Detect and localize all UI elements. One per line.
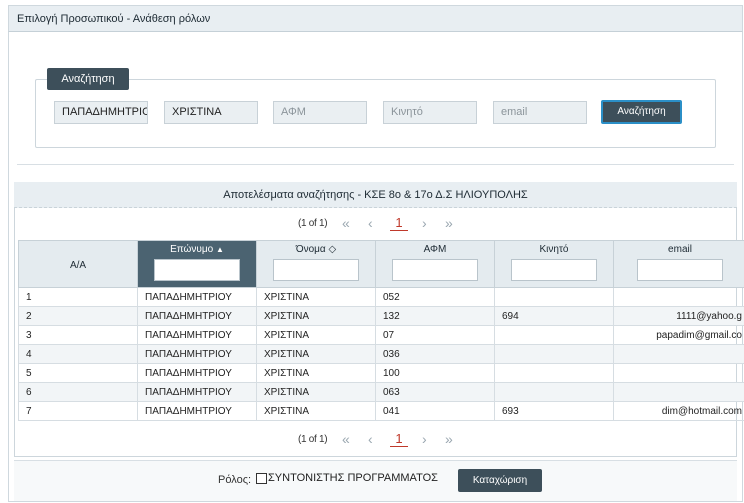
name-filter-input[interactable]	[273, 259, 359, 281]
name-input[interactable]: ΧΡΙΣΤΙΝΑ	[164, 101, 258, 124]
cell-aa: 5	[18, 363, 138, 383]
table-row[interactable]: 6 ΠΑΠΑΔΗΜΗΤΡΙΟΥ ΧΡΙΣΤΙΝΑ 063	[18, 382, 744, 402]
role-option-label[interactable]: ΣΥΝΤΟΝΙΣΤΗΣ ΠΡΟΓΡΑΜΜΑΤΟΣ	[268, 472, 438, 484]
current-page[interactable]: 1	[390, 431, 408, 447]
surname-input[interactable]: ΠΑΠΑΔΗΜΗΤΡΙΟΥ	[54, 101, 148, 124]
cell-email: 1111@yahoo.g	[613, 306, 744, 326]
cell-surname: ΠΑΠΑΔΗΜΗΤΡΙΟΥ	[137, 325, 257, 345]
col-header-aa: Α/Α	[18, 240, 138, 288]
table-row[interactable]: 2 ΠΑΠΑΔΗΜΗΤΡΙΟΥ ΧΡΙΣΤΙΝΑ 132 694 1111@ya…	[18, 306, 744, 326]
results-table: Α/Α Επώνυμο ▲ Όνομα ◇ ΑΦΜ Κινητό email 1…	[18, 240, 744, 421]
prev-page-icon[interactable]: ‹	[368, 215, 373, 231]
cell-surname: ΠΑΠΑΔΗΜΗΤΡΙΟΥ	[137, 401, 257, 421]
last-page-icon[interactable]: »	[445, 215, 453, 231]
mobile-filter-input[interactable]	[511, 259, 597, 281]
cell-mobile	[494, 363, 614, 383]
cell-name: ΧΡΙΣΤΙΝΑ	[256, 382, 376, 402]
search-button[interactable]: Αναζήτηση	[601, 100, 682, 124]
col-header-surname[interactable]: Επώνυμο ▲	[137, 240, 257, 288]
col-header-mobile[interactable]: Κινητό	[494, 240, 614, 288]
cell-email: papadim@gmail.co	[613, 325, 744, 345]
cell-email	[613, 344, 744, 364]
cell-email	[613, 382, 744, 402]
cell-aa: 2	[18, 306, 138, 326]
cell-name: ΧΡΙΣΤΙΝΑ	[256, 344, 376, 364]
cell-aa: 7	[18, 401, 138, 421]
email-input[interactable]: email	[493, 101, 587, 124]
table-row[interactable]: 7 ΠΑΠΑΔΗΜΗΤΡΙΟΥ ΧΡΙΣΤΙΝΑ 041 693 dim@hot…	[18, 401, 744, 421]
next-page-icon[interactable]: ›	[422, 431, 427, 447]
pager-bottom: (1 of 1) « ‹ 1 › »	[0, 431, 744, 451]
email-filter-input[interactable]	[637, 259, 723, 281]
table-row[interactable]: 3 ΠΑΠΑΔΗΜΗΤΡΙΟΥ ΧΡΙΣΤΙΝΑ 07 papadim@gmai…	[18, 325, 744, 345]
cell-email: dim@hotmail.com	[613, 401, 744, 421]
results-title: Αποτελέσματα αναζήτησης - ΚΣΕ 8ο & 17ο Δ…	[14, 182, 737, 208]
last-page-icon[interactable]: »	[445, 431, 453, 447]
first-page-icon[interactable]: «	[342, 431, 350, 447]
cell-aa: 6	[18, 382, 138, 402]
pager-info: (1 of 1)	[298, 218, 328, 229]
cell-aa: 1	[18, 287, 138, 307]
table-header-row: Α/Α Επώνυμο ▲ Όνομα ◇ ΑΦΜ Κινητό email	[18, 240, 744, 288]
search-legend: Αναζήτηση	[47, 68, 129, 90]
mobile-input[interactable]: Κινητό	[383, 101, 477, 124]
surname-filter-input[interactable]	[154, 259, 240, 281]
pager-info: (1 of 1)	[298, 434, 328, 445]
current-page[interactable]: 1	[390, 215, 408, 231]
cell-afm: 07	[375, 325, 495, 345]
cell-mobile: 693	[494, 401, 614, 421]
cell-name: ΧΡΙΣΤΙΝΑ	[256, 363, 376, 383]
save-button[interactable]: Καταχώριση	[458, 469, 542, 492]
section-divider	[17, 164, 734, 165]
afm-input[interactable]: ΑΦΜ	[273, 101, 367, 124]
sort-both-icon: ◇	[328, 244, 337, 255]
cell-mobile: 694	[494, 306, 614, 326]
cell-email	[613, 287, 744, 307]
cell-name: ΧΡΙΣΤΙΝΑ	[256, 306, 376, 326]
cell-afm: 063	[375, 382, 495, 402]
cell-mobile	[494, 382, 614, 402]
pager-top: (1 of 1) « ‹ 1 › »	[0, 215, 744, 235]
panel-title: Επιλογή Προσωπικού - Ανάθεση ρόλων	[8, 5, 743, 32]
col-header-name[interactable]: Όνομα ◇	[256, 240, 376, 288]
cell-mobile	[494, 287, 614, 307]
prev-page-icon[interactable]: ‹	[368, 431, 373, 447]
col-header-email[interactable]: email	[613, 240, 744, 288]
cell-surname: ΠΑΠΑΔΗΜΗΤΡΙΟΥ	[137, 287, 257, 307]
cell-email	[613, 363, 744, 383]
col-header-afm[interactable]: ΑΦΜ	[375, 240, 495, 288]
cell-surname: ΠΑΠΑΔΗΜΗΤΡΙΟΥ	[137, 344, 257, 364]
cell-afm: 041	[375, 401, 495, 421]
cell-aa: 4	[18, 344, 138, 364]
cell-afm: 036	[375, 344, 495, 364]
sort-ascending-icon: ▲	[215, 245, 224, 254]
cell-afm: 052	[375, 287, 495, 307]
cell-surname: ΠΑΠΑΔΗΜΗΤΡΙΟΥ	[137, 363, 257, 383]
table-row[interactable]: 4 ΠΑΠΑΔΗΜΗΤΡΙΟΥ ΧΡΙΣΤΙΝΑ 036	[18, 344, 744, 364]
first-page-icon[interactable]: «	[342, 215, 350, 231]
role-checkbox[interactable]	[256, 473, 267, 484]
cell-mobile	[494, 325, 614, 345]
cell-name: ΧΡΙΣΤΙΝΑ	[256, 325, 376, 345]
cell-surname: ΠΑΠΑΔΗΜΗΤΡΙΟΥ	[137, 306, 257, 326]
cell-mobile	[494, 344, 614, 364]
cell-afm: 132	[375, 306, 495, 326]
cell-surname: ΠΑΠΑΔΗΜΗΤΡΙΟΥ	[137, 382, 257, 402]
cell-aa: 3	[18, 325, 138, 345]
table-row[interactable]: 5 ΠΑΠΑΔΗΜΗΤΡΙΟΥ ΧΡΙΣΤΙΝΑ 100	[18, 363, 744, 383]
cell-afm: 100	[375, 363, 495, 383]
cell-name: ΧΡΙΣΤΙΝΑ	[256, 401, 376, 421]
next-page-icon[interactable]: ›	[422, 215, 427, 231]
table-row[interactable]: 1 ΠΑΠΑΔΗΜΗΤΡΙΟΥ ΧΡΙΣΤΙΝΑ 052	[18, 287, 744, 307]
afm-filter-input[interactable]	[392, 259, 478, 281]
role-label: Ρόλος:	[218, 474, 252, 486]
cell-name: ΧΡΙΣΤΙΝΑ	[256, 287, 376, 307]
